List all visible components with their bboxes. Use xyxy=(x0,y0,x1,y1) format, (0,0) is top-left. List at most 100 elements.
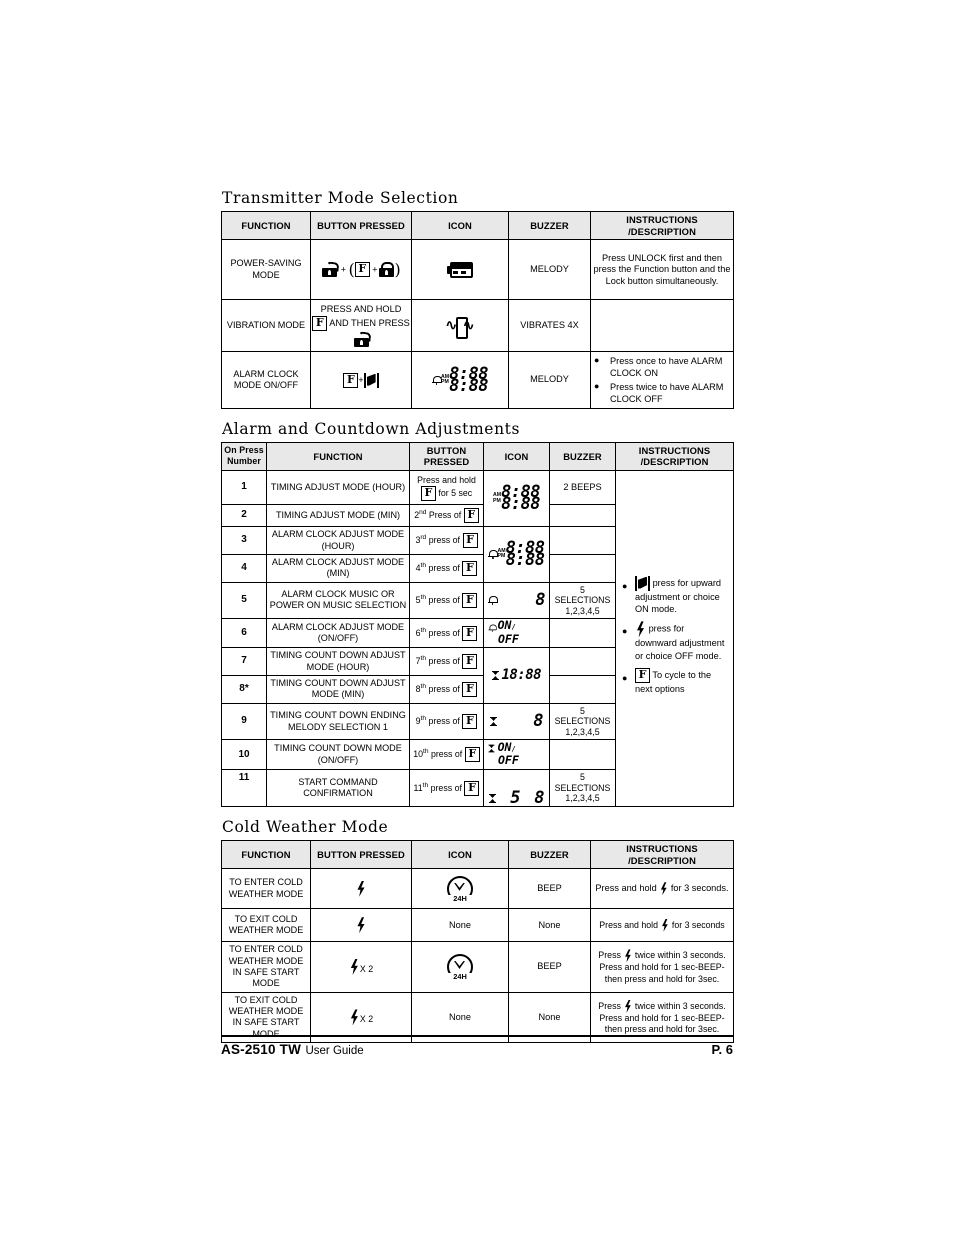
cell-press-number: 4 xyxy=(221,553,267,583)
cell-buzzer: VIBRATES 4X xyxy=(508,299,591,353)
ampm-888-display: AM PM 8:88 8:88 xyxy=(493,484,541,513)
cell-button-pressed: 4th press of F xyxy=(409,553,484,583)
cell-button-pressed: 9th press of F xyxy=(409,702,484,741)
lightning-bolt-icon xyxy=(660,882,667,896)
bell-icon xyxy=(488,595,498,606)
seven-segment-value: 18:88 xyxy=(501,667,542,684)
seven-segment-value: 8:88 8:88 xyxy=(501,482,541,515)
instruction-bullet-list: ● Press once to have ALARM CLOCK ON ● Pres… xyxy=(594,355,730,405)
page-number: P. 6 xyxy=(711,1042,733,1057)
col-buzzer: BUZZER xyxy=(508,839,591,870)
cold-weather-table: FUNCTION BUTTON PRESSED ICON BUZZER INST… xyxy=(221,839,734,1044)
and-then-press-label: AND THEN PRESS xyxy=(329,318,410,329)
col-button-pressed: BUTTON PRESSED xyxy=(409,441,484,472)
col-buzzer: BUZZER xyxy=(508,210,591,241)
page-content: Transmitter Mode Selection FUNCTION BUTT… xyxy=(221,189,734,1044)
f-button-icon: F xyxy=(463,508,479,524)
cell-icon: AM PM 8:88 8:88 xyxy=(483,470,550,528)
col-function: FUNCTION xyxy=(266,441,410,472)
lightning-bolt-icon xyxy=(625,999,631,1013)
bell-ampm-888-display: AM PM 8:88 8:88 xyxy=(488,539,545,568)
cell-function: TIMING ADJUST MODE (MIN) xyxy=(266,504,410,528)
bullet-icon: ● xyxy=(594,355,600,366)
bullet-icon: ● xyxy=(622,626,628,637)
vibration-icon: ∿ ∿ xyxy=(445,316,475,339)
instr-post: for 3 seconds xyxy=(671,919,725,930)
clock-24h-icon: 24H xyxy=(447,875,473,903)
col-instructions: INSTRUCTIONS/DESCRIPTION xyxy=(615,441,734,472)
cell-buzzer xyxy=(549,647,616,676)
cell-function: START COMMAND CONFIRMATION xyxy=(266,769,410,807)
cell-button-pressed: 6th press of F xyxy=(409,618,484,649)
guide-label: User Guide xyxy=(305,1045,364,1057)
cell-buzzer: BEEP xyxy=(508,868,591,910)
cell-buzzer: 5 SELECTIONS 1,2,3,4,5 xyxy=(549,769,616,807)
cell-instructions: ● Press once to have ALARM CLOCK ON ● Pres… xyxy=(590,351,734,409)
bullet-text: Press once to have ALARM CLOCK ON xyxy=(610,356,723,379)
table-row: ALARM CLOCK MODE ON/OFF F + AM PM 8:88 8:88 … xyxy=(221,351,734,409)
instr-extra: Press and hold for 1 sec-BEEP- then pres… xyxy=(599,962,725,984)
bullet-text: Press twice to have ALARM CLOCK OFF xyxy=(610,381,724,404)
seven-segment-value: 8 xyxy=(533,711,543,732)
f-button-icon: F xyxy=(312,316,328,332)
cell-buzzer: None xyxy=(508,908,591,943)
f-button-icon: F xyxy=(462,714,478,730)
cell-function: TO ENTER COLD WEATHER MODE IN SAFE START… xyxy=(221,941,311,993)
instr-pre: Press xyxy=(598,950,621,961)
f-button-icon: F xyxy=(462,681,478,697)
f-button-icon: F xyxy=(354,262,370,278)
cell-button-pressed: Press and hold F for 5 sec xyxy=(409,470,484,506)
cell-icon: 8 xyxy=(483,581,550,620)
seven-segment-value-b: 8 xyxy=(534,787,544,808)
col-instructions: INSTRUCTIONS /DESCRIPTION xyxy=(590,839,734,870)
lightning-bolt-icon xyxy=(662,918,668,932)
f-button-icon: F xyxy=(420,485,436,501)
cell-buzzer xyxy=(549,526,616,555)
cell-press-number: 6 xyxy=(221,618,267,649)
cell-icon: 18:88 xyxy=(483,647,550,704)
col-button-pressed: BUTTON PRESSED xyxy=(310,839,412,870)
cell-function: ALARM CLOCK ADJUST MODE (MIN) xyxy=(266,553,410,583)
instr-post: for 3 seconds. xyxy=(670,883,729,894)
cell-button-pressed: 11th press of F xyxy=(409,769,484,807)
cell-buzzer xyxy=(549,553,616,583)
instr-post: twice within 3 seconds. xyxy=(634,950,726,961)
f-button-icon: F xyxy=(343,372,359,388)
cell-function: ALARM CLOCK ADJUST MODE (HOUR) xyxy=(266,526,410,555)
col-icon: ICON xyxy=(483,441,550,472)
cell-buzzer xyxy=(549,618,616,649)
hourglass-icon xyxy=(489,793,496,803)
hourglass-icon xyxy=(490,717,497,727)
bell-digit-display: 8 xyxy=(488,589,545,610)
cell-button-pressed xyxy=(310,868,412,910)
cell-function: TIMING COUNT DOWN ADJUST MODE (MIN) xyxy=(266,674,410,704)
ampm-label: AM PM xyxy=(440,373,450,386)
hourglass-time-display: 18:88 xyxy=(491,667,542,684)
col-buzzer: BUZZER xyxy=(549,441,616,472)
section-title-cold-weather: Cold Weather Mode xyxy=(222,817,389,836)
clock-24h-icon: 24H xyxy=(447,954,473,982)
seven-segment-value: 8 xyxy=(535,589,545,610)
cell-icon: 24H xyxy=(411,868,509,910)
instruction-bullet: ● F To cycle to the next options xyxy=(622,668,727,695)
cell-buzzer: 5 SELECTIONS 1,2,3,4,5 xyxy=(549,702,616,741)
cell-instructions: Press twice within 3 seconds. Press and … xyxy=(590,941,734,993)
cell-instructions: Press and hold for 3 seconds. xyxy=(590,868,734,910)
page-footer: AS-2510 TW User Guide P. 6 xyxy=(221,1035,733,1059)
cell-buzzer: 5 SELECTIONS 1,2,3,4,5 xyxy=(549,581,616,620)
press-hold-label: Press and hold xyxy=(417,474,476,485)
cell-function: VIBRATION MODE xyxy=(221,299,311,353)
table-row: TO ENTER COLD WEATHER MODE 24H BEEP Pres… xyxy=(221,868,734,910)
cell-icon: None xyxy=(411,908,509,943)
cell-icon: 24H xyxy=(411,941,509,993)
cell-function: TIMING COUNT DOWN ENDING MELODY SELECTIO… xyxy=(266,702,410,741)
hourglass-digit-display: 8 xyxy=(490,711,543,732)
cell-buzzer xyxy=(549,739,616,771)
instr-pre: Press and hold xyxy=(595,883,657,894)
seven-segment-value-a: 5 xyxy=(510,787,520,808)
seven-segment-value: 8:88 8:88 xyxy=(449,363,489,396)
table-header-row: On Press Number FUNCTION BUTTON PRESSED IC… xyxy=(221,441,734,472)
cell-button-pressed: 7th press of F xyxy=(409,647,484,676)
cell-button-pressed: 3rd press of F xyxy=(409,526,484,555)
table-row: VIBRATION MODE PRESS AND HOLD F AND THEN… xyxy=(221,299,734,353)
